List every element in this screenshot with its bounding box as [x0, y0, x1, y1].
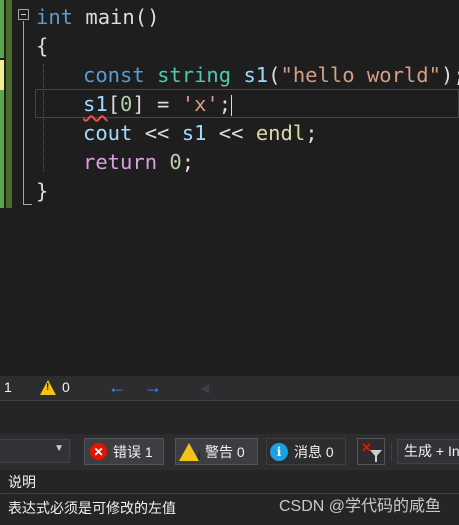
string-literal: "hello world" [280, 63, 441, 87]
glyph-margin [6, 0, 12, 208]
messages-label: 消息 0 [294, 443, 334, 460]
line-indicator: 1 [4, 379, 12, 395]
code-line-6[interactable]: return 0; [83, 148, 194, 177]
type-token: string [157, 63, 232, 87]
toolbar-separator [391, 442, 392, 462]
arrow-left-icon[interactable]: ← [108, 377, 126, 398]
number-token: 0 [120, 92, 133, 116]
warning-count: 0 [62, 379, 70, 395]
messages-filter-button[interactable]: i 消息 0 [266, 438, 346, 465]
variable-token: s1 [243, 63, 269, 87]
warnings-label: 警告 0 [205, 443, 245, 460]
punct-token: ; [218, 92, 232, 116]
punct-token: ; [305, 121, 318, 145]
variable-token: s1 [181, 121, 207, 145]
warnings-filter-button[interactable]: ! 警告 0 [175, 438, 258, 465]
editor-status-strip: 1 ! 0 ← → ◀ [0, 376, 459, 400]
errors-label: 错误 1 [113, 443, 153, 460]
watermark: CSDN @学代码的咸鱼 [278, 498, 441, 515]
errors-filter-button[interactable]: ✕ 错误 1 [84, 438, 164, 465]
clear-filter-button[interactable]: ✕ [357, 438, 385, 465]
change-marker-saved [0, 90, 4, 208]
scroll-left-icon[interactable]: ◀ [200, 381, 209, 395]
char-literal: 'x' [181, 92, 219, 116]
collapse-icon[interactable] [18, 9, 29, 20]
warning-icon-mark: ! [46, 382, 50, 393]
change-marker-saved [0, 0, 4, 58]
warning-icon: ! [179, 442, 201, 463]
operator-token: << [206, 121, 256, 145]
build-source-dropdown[interactable]: 生成 + In [397, 439, 459, 464]
text-caret [231, 94, 233, 116]
chevron-down-icon: ▼ [54, 443, 64, 454]
keyword-token: int [36, 5, 74, 29]
function-signature: main() [73, 5, 160, 29]
error-list-toolbar: ▼ ✕ 错误 1 ! 警告 0 i 消息 0 ✕ 生成 + In [0, 434, 459, 470]
indent-guide [43, 64, 44, 172]
fold-guide-end [23, 204, 32, 205]
panel-spacer [0, 408, 459, 434]
code-line-3[interactable]: const string s1("hello world"); [83, 61, 459, 90]
number-token: 0 [169, 150, 182, 174]
column-header-description[interactable]: 说明 [8, 470, 36, 494]
change-marker-unsaved [0, 60, 4, 90]
punct-token: ; [181, 150, 195, 174]
code-line-7[interactable]: } [36, 177, 48, 206]
scope-dropdown[interactable]: ▼ [0, 439, 70, 463]
error-squiggle-variable[interactable]: s1 [83, 92, 108, 116]
panel-divider[interactable] [0, 400, 459, 408]
paren-token: ( [268, 63, 281, 87]
arrow-right-icon[interactable]: → [144, 377, 162, 398]
filter-funnel-stem [375, 456, 377, 462]
code-editor[interactable]: int main() { const string s1("hello worl… [0, 0, 459, 376]
code-line-5[interactable]: cout << s1 << endl; [83, 119, 318, 148]
punct-token: ); [440, 63, 459, 87]
open-brace: { [36, 34, 49, 58]
error-description: 表达式必须是可修改的左值 [8, 500, 176, 516]
code-line-4[interactable]: s1[0] = 'x'; [83, 90, 233, 119]
fold-guide [23, 21, 24, 205]
info-icon: i [270, 442, 288, 461]
keyword-token: return [83, 150, 158, 174]
close-brace: } [36, 179, 49, 203]
code-line-1[interactable]: int main() [36, 3, 159, 32]
assign-token: ] = [132, 92, 182, 116]
error-icon: ✕ [90, 443, 107, 460]
identifier-token: endl [255, 121, 306, 145]
keyword-token: const [83, 63, 145, 87]
variable-token: cout [83, 121, 133, 145]
code-line-2[interactable]: { [36, 32, 48, 61]
error-list-header: 说明 [0, 470, 459, 494]
bracket-token: [ [107, 92, 121, 116]
operator-token: << [132, 121, 182, 145]
